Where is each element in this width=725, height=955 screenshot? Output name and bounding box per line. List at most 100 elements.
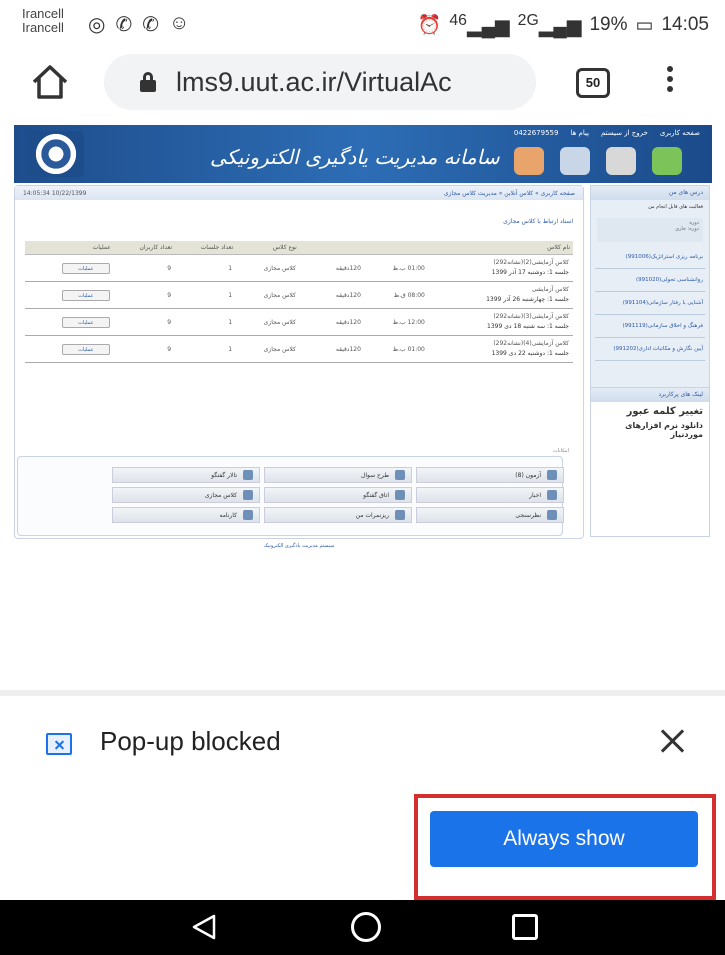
session-time: 01:00 ب.ظ — [364, 335, 429, 363]
class-name[interactable]: کلاس آزمایشی(3)(نشانه292) — [433, 312, 569, 322]
tools-box: آزمون (8) طرح سوال تالار گفتگو اخبار اتا… — [17, 456, 564, 536]
always-show-button[interactable]: Always show — [430, 811, 698, 867]
download-software-link[interactable]: دانلود نرم افزارهای موردنیاز — [591, 417, 709, 439]
email-icon[interactable] — [560, 147, 590, 175]
user-icon[interactable] — [514, 147, 544, 175]
operations-button[interactable]: عملیات — [61, 316, 110, 328]
more-menu-icon[interactable] — [660, 62, 680, 102]
sidebar-course[interactable]: روانشناسی تحولی(991020) — [595, 269, 705, 292]
action-cell: عملیات — [25, 254, 114, 282]
col-empty — [364, 241, 429, 255]
close-icon[interactable] — [658, 726, 688, 756]
tool-virtual-class[interactable]: کلاس مجازی — [112, 487, 260, 503]
android-nav-bar — [0, 900, 725, 955]
operations-button[interactable]: عملیات — [61, 343, 110, 355]
sidebar-activities-link[interactable]: فعالیت های قابل انجام من — [591, 200, 709, 214]
tool-exam[interactable]: آزمون (8) — [416, 467, 564, 483]
alarm-icon: ⏰ — [417, 15, 442, 37]
class-type: کلاس مجازی — [236, 281, 300, 309]
user-count: 9 — [113, 335, 176, 363]
tool-label: نظرسنجی — [515, 511, 541, 519]
tool-survey[interactable]: نظرسنجی — [416, 507, 564, 523]
tab-switcher-button[interactable]: 50 — [576, 68, 610, 98]
top-nav-profile[interactable]: صفحه کاربری — [660, 129, 700, 137]
related-link[interactable]: اسناد ارتباط با کلاس مجازی — [15, 200, 583, 233]
datetime: 14:05:34 10/22/1399 — [23, 189, 87, 197]
home-icon[interactable] — [30, 62, 70, 102]
tool-label: اخبار — [529, 491, 541, 499]
sidebar-course[interactable]: برنامه ریزی استراتژیک(991006) — [595, 246, 705, 269]
spacer — [299, 335, 313, 363]
term-select[interactable]: دوره دوره: جاری — [597, 218, 703, 242]
banner-icons — [514, 147, 682, 175]
tool-transcript[interactable]: کارنامه — [112, 507, 260, 523]
col-actions: عملیات — [25, 241, 114, 255]
class-name[interactable]: کلاس آزمایشی(4)(نشانه292) — [433, 339, 569, 349]
col-sessions: تعداد جلسات — [175, 241, 237, 255]
chat-icon — [395, 490, 405, 500]
sidebar-course[interactable]: آشنایی با رفتار سازمانی(991104) — [595, 292, 705, 315]
action-cell: عملیات — [25, 281, 114, 309]
tool-label: کلاس مجازی — [204, 491, 237, 499]
session-date: جلسه 1: چهارشنبه 26 آذر 1399 — [486, 296, 569, 303]
home-nav-icon[interactable] — [351, 912, 381, 942]
lock-icon — [140, 72, 156, 92]
lock-icon[interactable] — [606, 147, 636, 175]
spacer — [299, 308, 313, 336]
tool-forum[interactable]: تالار گفتگو — [112, 467, 260, 483]
session-time: 08:00 ق.ظ — [364, 281, 429, 309]
operations-button[interactable]: عملیات — [61, 289, 110, 301]
breadcrumb[interactable]: صفحه کاربری » کلاس آنلاین » مدیریت کلاس … — [444, 190, 575, 197]
site-footer: سیستم مدیریت یادگیری الکترونیک — [263, 543, 335, 549]
sidebar-course[interactable]: فرهنگ و اخلاق سازمانی(991119) — [595, 315, 705, 338]
operations-button[interactable]: عملیات — [61, 262, 110, 274]
table-row: کلاس آزمایشی جلسه 1: چهارشنبه 26 آذر 1399… — [25, 281, 573, 309]
signal-2: 2G▂▄▆ — [517, 12, 582, 38]
sidebar-title: درس های من — [591, 186, 709, 200]
messenger-icon: ☺ — [168, 12, 190, 34]
recents-icon[interactable] — [512, 914, 538, 940]
tool-chat-room[interactable]: اتاق گفتگو — [264, 487, 412, 503]
back-icon[interactable] — [190, 913, 218, 941]
class-name[interactable]: کلاس آزمایشی(2)(نشانه292) — [433, 258, 569, 268]
tool-label: طرح سوال — [360, 471, 389, 479]
address-bar[interactable]: lms9.uut.ac.ir/VirtualAc — [104, 54, 536, 110]
url-text: lms9.uut.ac.ir/VirtualAc — [176, 66, 452, 97]
tool-label: ریزنمرات من — [355, 511, 389, 519]
table-row: کلاس آزمایشی(3)(نشانه292) جلسه 1: سه شنبه… — [25, 308, 573, 336]
question-icon — [395, 470, 405, 480]
grades-icon — [395, 510, 405, 520]
session-count: 1 — [175, 308, 237, 336]
status-right: ⏰ 46▂▄▆ 2G▂▄▆ 19% ▭ 14:05 — [418, 12, 709, 38]
battery-icon: ▭ — [635, 14, 654, 36]
tools-grid: آزمون (8) طرح سوال تالار گفتگو اخبار اتا… — [112, 467, 564, 523]
class-type: کلاس مجازی — [236, 308, 300, 336]
popup-blocked-bar: Pop-up blocked Always show — [0, 696, 725, 900]
tool-label: اتاق گفتگو — [363, 491, 389, 499]
col-empty — [299, 241, 313, 255]
sidebar-course[interactable]: آیین نگارش و مکاتبات اداری(991202) — [595, 338, 705, 361]
top-nav: 0422679559 پیام ها خروج از سیستم صفحه کا… — [514, 129, 700, 137]
popup-blocked-icon — [46, 733, 72, 755]
status-bar: Irancell Irancell ◎ ✆ ✆ ☺ ⏰ 46▂▄▆ 2G▂▄▆ … — [0, 0, 725, 48]
tool-grades[interactable]: ریزنمرات من — [264, 507, 412, 523]
session-duration: 120دقیقه — [312, 281, 365, 309]
tool-news[interactable]: اخبار — [416, 487, 564, 503]
survey-icon — [547, 510, 557, 520]
session-duration: 120دقیقه — [312, 335, 365, 363]
user-count: 9 — [113, 254, 176, 282]
virtual-class-icon — [243, 490, 253, 500]
class-name[interactable]: کلاس آزمایشی — [433, 285, 569, 295]
table-row: کلاس آزمایشی(4)(نشانه292) جلسه 1: دوشنبه … — [25, 335, 573, 363]
top-nav-messages[interactable]: پیام ها — [570, 129, 589, 137]
col-class-name: نام کلاس — [428, 241, 573, 255]
top-nav-logout[interactable]: خروج از سیستم — [601, 129, 648, 137]
useful-links-box: لینک های پرکاربرد تغییر کلمه عبور دانلود… — [590, 387, 710, 537]
tool-label: آزمون (8) — [515, 471, 541, 479]
user-count: 9 — [113, 308, 176, 336]
tool-question-design[interactable]: طرح سوال — [264, 467, 412, 483]
globe-icon[interactable] — [652, 147, 682, 175]
session-count: 1 — [175, 254, 237, 282]
change-password-link[interactable]: تغییر کلمه عبور — [591, 402, 709, 417]
session-count: 1 — [175, 335, 237, 363]
